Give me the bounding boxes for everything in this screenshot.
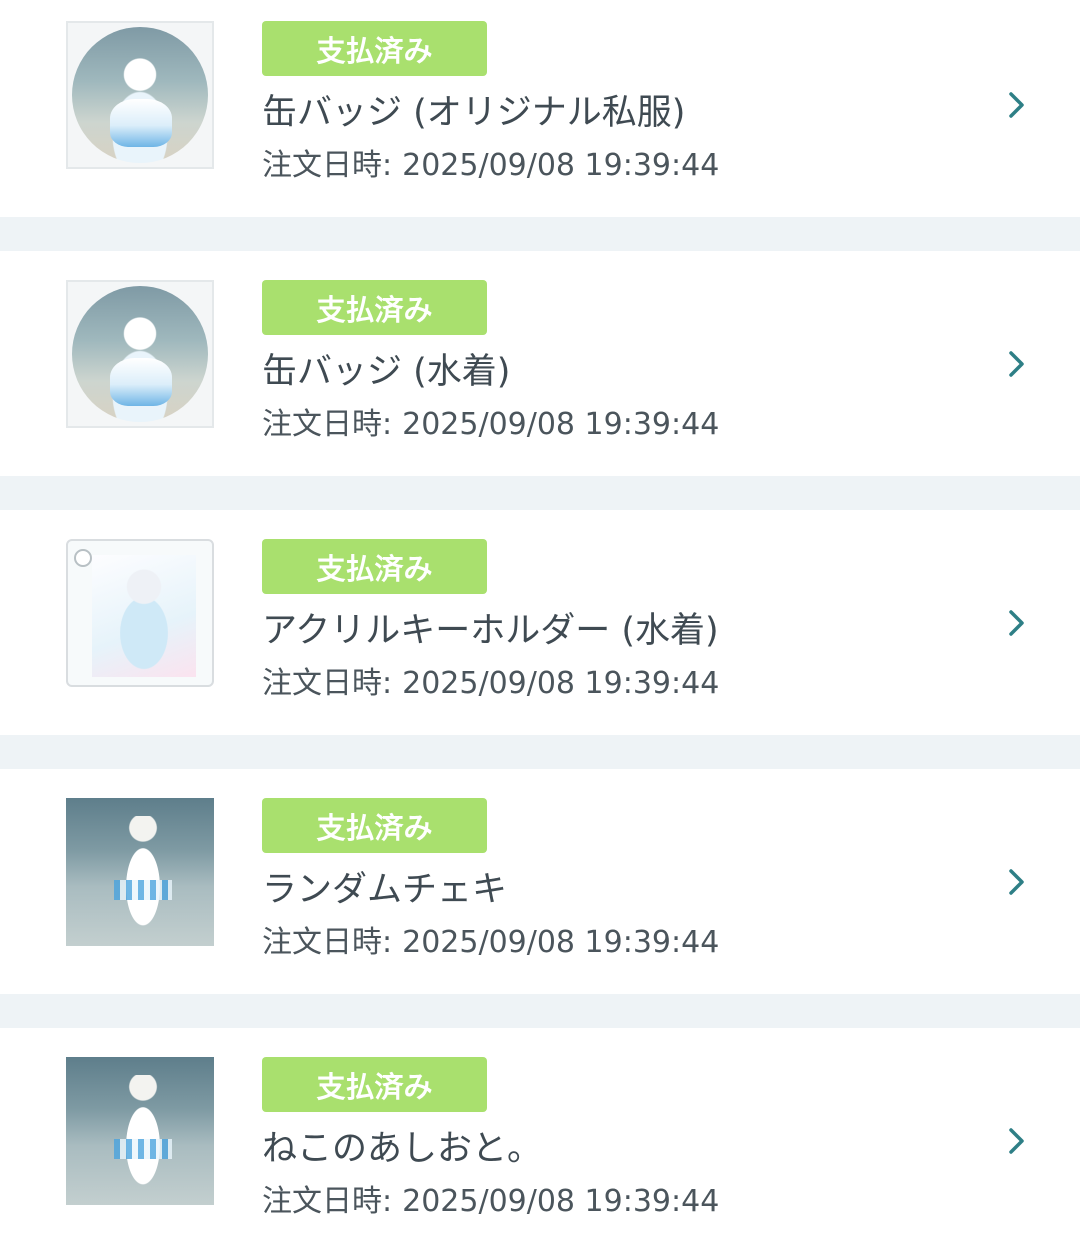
order-item[interactable]: 支払済み ランダムチェキ 注文日時: 2025/09/08 19:39:44 [0, 769, 1080, 994]
product-thumbnail [66, 280, 214, 428]
order-item[interactable]: 支払済み ねこのあしおと。 注文日時: 2025/09/08 19:39:44 [0, 1028, 1080, 1239]
status-badge: 支払済み [262, 21, 487, 76]
order-date-label: 注文日時: [262, 925, 393, 960]
order-date: 注文日時: 2025/09/08 19:39:44 [262, 140, 719, 184]
chevron-right-icon[interactable] [1003, 90, 1029, 120]
order-date-value: 2025/09/08 19:39:44 [402, 925, 720, 960]
item-title: アクリルキーホルダー (水着) [262, 611, 719, 651]
order-date-label: 注文日時: [262, 148, 393, 183]
order-item[interactable]: 支払済み 缶バッジ (オリジナル私服) 注文日時: 2025/09/08 19:3… [0, 0, 1080, 217]
product-thumbnail [66, 539, 214, 687]
product-thumbnail [66, 798, 214, 946]
order-date: 注文日時: 2025/09/08 19:39:44 [262, 658, 719, 702]
item-title: 缶バッジ (オリジナル私服) [262, 93, 686, 133]
order-date-value: 2025/09/08 19:39:44 [402, 666, 720, 701]
order-item[interactable]: 支払済み アクリルキーホルダー (水着) 注文日時: 2025/09/08 19:… [0, 510, 1080, 735]
product-thumbnail [66, 21, 214, 169]
status-badge: 支払済み [262, 280, 487, 335]
status-badge: 支払済み [262, 1057, 487, 1112]
order-date: 注文日時: 2025/09/08 19:39:44 [262, 399, 719, 443]
item-title: 缶バッジ (水着) [262, 352, 511, 392]
order-date-label: 注文日時: [262, 1184, 393, 1219]
chevron-right-icon[interactable] [1003, 867, 1029, 897]
chevron-right-icon[interactable] [1003, 1126, 1029, 1156]
chevron-right-icon[interactable] [1003, 349, 1029, 379]
order-date-label: 注文日時: [262, 407, 393, 442]
product-thumbnail [66, 1057, 214, 1205]
order-date-value: 2025/09/08 19:39:44 [402, 1184, 720, 1219]
order-date: 注文日時: 2025/09/08 19:39:44 [262, 1176, 719, 1220]
status-badge: 支払済み [262, 798, 487, 853]
order-date: 注文日時: 2025/09/08 19:39:44 [262, 917, 719, 961]
order-list: 支払済み 缶バッジ (オリジナル私服) 注文日時: 2025/09/08 19:3… [0, 0, 1080, 1239]
status-badge: 支払済み [262, 539, 487, 594]
item-title: ねこのあしおと。 [262, 1129, 543, 1169]
order-date-value: 2025/09/08 19:39:44 [402, 407, 720, 442]
order-date-label: 注文日時: [262, 666, 393, 701]
order-date-value: 2025/09/08 19:39:44 [402, 148, 720, 183]
order-item[interactable]: 支払済み 缶バッジ (水着) 注文日時: 2025/09/08 19:39:44 [0, 251, 1080, 476]
chevron-right-icon[interactable] [1003, 608, 1029, 638]
item-title: ランダムチェキ [262, 870, 508, 910]
